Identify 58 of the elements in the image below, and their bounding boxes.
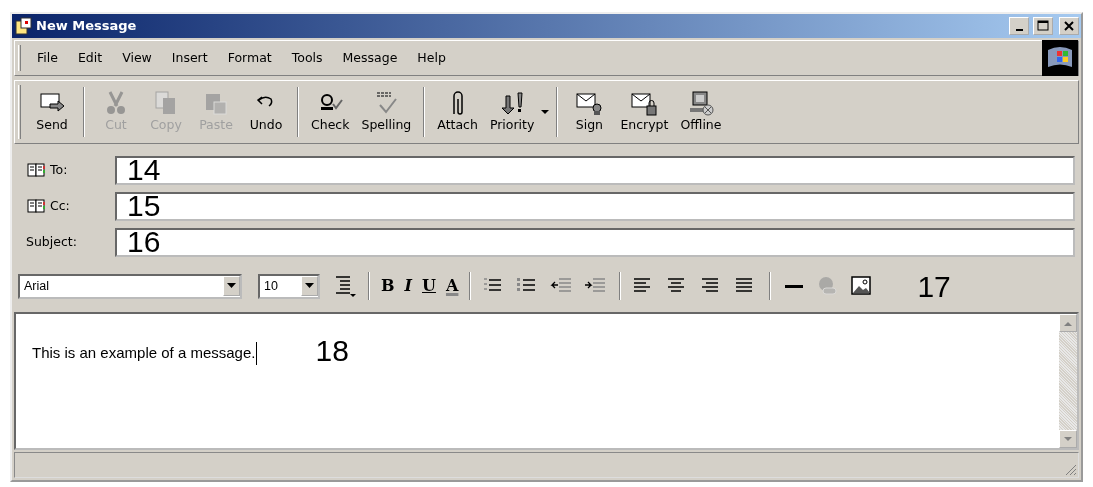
dropdown-arrow-icon[interactable] xyxy=(540,108,551,116)
format-button[interactable]: B xyxy=(376,273,400,299)
horizontal-line-icon xyxy=(785,284,804,288)
scrollbar[interactable] xyxy=(1059,314,1077,448)
dropdown-arrow-icon[interactable] xyxy=(227,283,236,289)
down-arrow-icon xyxy=(1064,436,1072,442)
format-button[interactable]: U xyxy=(417,273,441,299)
address-book-icon[interactable] xyxy=(26,162,46,178)
field-label: Subject: xyxy=(26,232,77,251)
menu-item[interactable]: Help xyxy=(407,46,456,70)
format-button[interactable]: I xyxy=(399,273,417,299)
callout-number: 15 xyxy=(127,190,161,221)
text-field[interactable]: 14 xyxy=(115,155,1075,185)
close-icon xyxy=(1062,19,1076,33)
resize-grip-icon[interactable] xyxy=(1065,464,1077,476)
app-icon xyxy=(14,17,32,35)
windows-logo-icon xyxy=(1042,40,1078,76)
menu-item[interactable]: Insert xyxy=(161,46,218,70)
toolbar-button[interactable]: Undo xyxy=(241,87,291,137)
up-arrow-icon xyxy=(1064,320,1072,326)
menu-item[interactable]: Message xyxy=(332,46,408,70)
callout-number: 17 xyxy=(917,268,951,305)
callout-number: 14 xyxy=(127,154,161,185)
field-label: Cc: xyxy=(50,196,70,215)
toolbar-button[interactable]: Check xyxy=(305,87,356,137)
paperclip-icon xyxy=(452,90,463,115)
dropdown-arrow-icon[interactable] xyxy=(305,283,314,289)
field-label: To: xyxy=(50,160,68,179)
text-field[interactable]: 16 xyxy=(115,227,1075,257)
toolbar-button[interactable]: Attach xyxy=(431,87,484,137)
toolbar-button[interactable]: Sign xyxy=(564,87,615,137)
minimize-button[interactable] xyxy=(1009,17,1029,35)
menu-item[interactable]: Format xyxy=(217,46,282,70)
minimize-icon xyxy=(1015,29,1023,31)
maximize-button[interactable] xyxy=(1033,17,1053,35)
message-text: This is an example of a message. xyxy=(32,342,258,365)
menu-item[interactable]: File xyxy=(27,46,68,70)
toolbar-button[interactable]: Offline xyxy=(674,87,728,137)
toolbar-button[interactable]: Encrypt xyxy=(614,87,675,137)
address-book-icon[interactable] xyxy=(26,198,46,214)
toolbar-button[interactable]: Spelling xyxy=(355,87,418,137)
close-button[interactable] xyxy=(1059,17,1079,35)
toolbar-button[interactable]: Send xyxy=(27,87,77,137)
menu-item[interactable]: Edit xyxy=(67,46,113,70)
text-field[interactable]: 15 xyxy=(115,191,1075,221)
paragraph-style-icon xyxy=(333,275,357,297)
window-title: New Message xyxy=(36,17,138,36)
menu-item[interactable]: View xyxy=(112,46,162,70)
menu-item[interactable]: Tools xyxy=(281,46,333,70)
callout-number: 18 xyxy=(315,336,349,366)
scroll-down-button[interactable] xyxy=(1059,430,1077,448)
toolbar-button[interactable]: Priority xyxy=(483,87,541,137)
font-dropdown[interactable]: Arial xyxy=(18,273,242,299)
maximize-icon xyxy=(1036,19,1050,33)
callout-number: 16 xyxy=(127,226,161,257)
scroll-up-button[interactable] xyxy=(1059,314,1077,332)
format-button[interactable]: A xyxy=(440,273,464,299)
font-size-dropdown[interactable]: 10 xyxy=(258,273,320,299)
